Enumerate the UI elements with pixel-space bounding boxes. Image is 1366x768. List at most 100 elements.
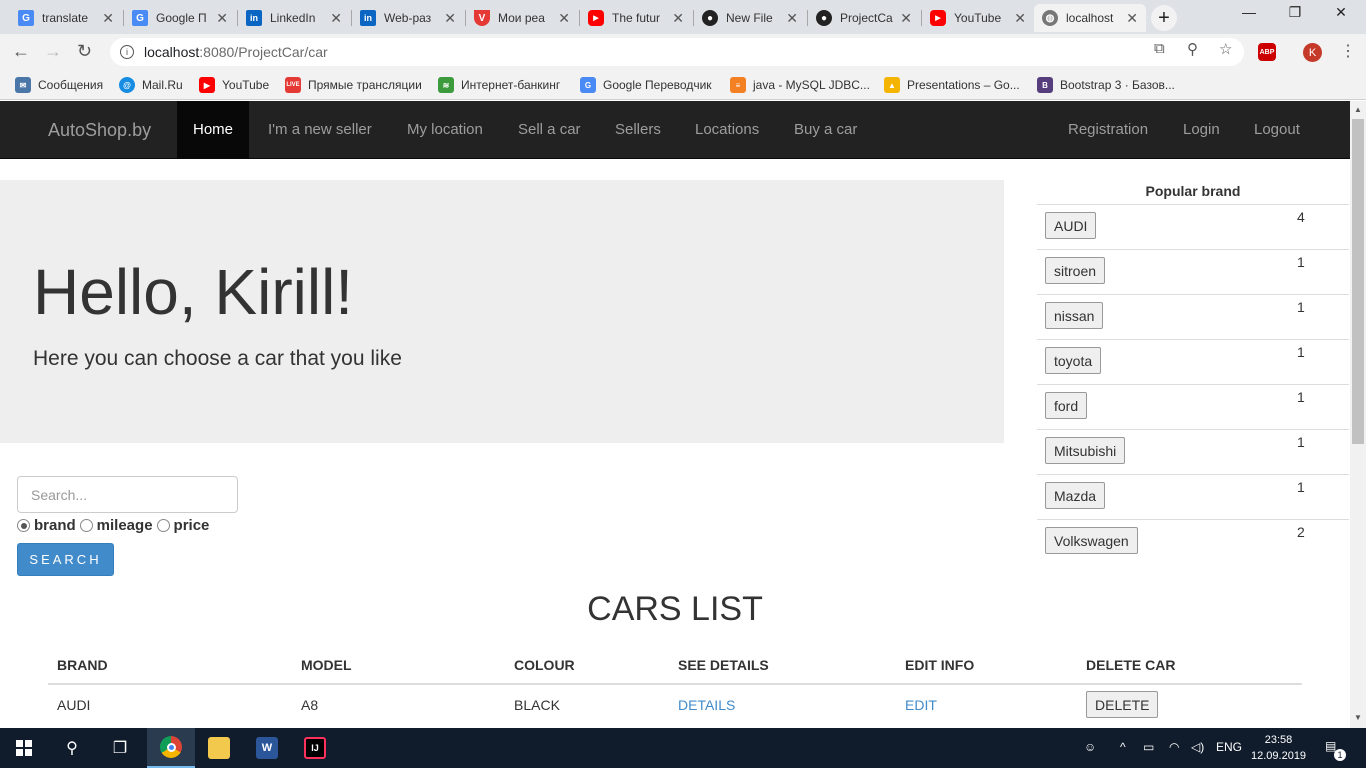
battery-icon[interactable]: ▭ xyxy=(1143,740,1154,754)
close-icon[interactable]: ✕ xyxy=(900,10,912,27)
close-icon[interactable]: ✕ xyxy=(330,10,342,27)
clock[interactable]: 23:58 12.09.2019 xyxy=(1251,732,1306,764)
nav-sellers[interactable]: Sellers xyxy=(599,101,677,158)
close-icon[interactable]: ✕ xyxy=(672,10,684,27)
close-icon[interactable]: ✕ xyxy=(444,10,456,27)
zoom-icon[interactable]: ⚲ xyxy=(1187,40,1198,58)
brand-button[interactable]: ford xyxy=(1045,392,1088,419)
bookmark-item[interactable]: LIVE Прямые трансляции xyxy=(285,77,422,93)
browser-tab[interactable]: G translate ✕ xyxy=(10,4,122,32)
address-bar[interactable]: i localhost:8080/ProjectCar/car xyxy=(110,38,1244,66)
people-icon[interactable]: ☺ xyxy=(1084,740,1096,754)
brand-button[interactable]: sitroen xyxy=(1045,257,1106,284)
close-icon[interactable]: ✕ xyxy=(1126,10,1138,27)
wifi-icon[interactable]: ◠ xyxy=(1169,740,1179,754)
browser-tab[interactable]: ● New File ✕ xyxy=(694,4,806,32)
radio-brand[interactable] xyxy=(17,519,30,532)
brand-button[interactable]: AUDI xyxy=(1045,212,1097,239)
search-button[interactable]: SEARCH xyxy=(17,543,114,576)
intellij-icon[interactable]: IJ xyxy=(291,728,339,768)
adblock-icon[interactable]: ABP xyxy=(1258,43,1276,61)
radio-mileage[interactable] xyxy=(79,519,93,532)
radio-price[interactable] xyxy=(156,519,170,532)
reload-icon[interactable]: ↻ xyxy=(77,41,92,62)
bookmark-item[interactable]: ▶ YouTube xyxy=(199,77,269,93)
brand-count: 1 xyxy=(1297,434,1305,450)
forward-icon[interactable]: → xyxy=(44,41,62,62)
close-icon[interactable]: ✕ xyxy=(1014,10,1026,27)
nav-sell-a-car[interactable]: Sell a car xyxy=(502,101,597,158)
brand-button[interactable]: toyota xyxy=(1045,347,1102,374)
profile-avatar[interactable]: K xyxy=(1303,43,1322,62)
chrome-icon[interactable] xyxy=(147,728,195,768)
restore-icon[interactable]: ❐ xyxy=(1272,4,1318,21)
close-icon[interactable]: ✕ xyxy=(102,10,114,27)
cell-delete: DELETE xyxy=(1077,684,1302,724)
nav-new-seller[interactable]: I'm a new seller xyxy=(252,101,388,158)
close-icon[interactable]: ✕ xyxy=(216,10,228,27)
nav-login[interactable]: Login xyxy=(1167,101,1236,158)
youtube-icon: ▶ xyxy=(588,10,604,26)
brand-button[interactable]: Volkswagen xyxy=(1045,527,1138,554)
site-brand[interactable]: AutoShop.by xyxy=(48,120,151,141)
task-view-icon[interactable]: ❐ xyxy=(96,728,144,768)
edit-link[interactable]: EDIT xyxy=(905,697,937,713)
delete-button[interactable]: DELETE xyxy=(1086,691,1159,718)
nav-my-location[interactable]: My location xyxy=(391,101,499,158)
close-icon[interactable]: ✕ xyxy=(786,10,798,27)
scroll-up-icon[interactable]: ▲ xyxy=(1354,105,1362,114)
column-header: EDIT INFO xyxy=(896,646,1077,685)
nav-locations[interactable]: Locations xyxy=(679,101,775,158)
close-icon[interactable]: ✕ xyxy=(558,10,570,27)
window-close-icon[interactable]: ✕ xyxy=(1318,4,1364,21)
browser-tab[interactable]: in Web-раз ✕ xyxy=(352,4,464,32)
word-icon[interactable]: W xyxy=(243,728,291,768)
new-tab-button[interactable]: + xyxy=(1151,5,1177,31)
chevron-up-icon[interactable]: ^ xyxy=(1120,740,1126,754)
folder-icon[interactable] xyxy=(195,728,243,768)
browser-tab[interactable]: ● ProjectCa ✕ xyxy=(808,4,920,32)
chat-icon: ✉ xyxy=(15,77,31,93)
bookmark-item[interactable]: ✉ Сообщения xyxy=(15,77,103,93)
list-item: sitroen 1 xyxy=(1037,249,1349,294)
google-translate-icon: G xyxy=(18,10,34,26)
brand-button[interactable]: Mazda xyxy=(1045,482,1106,509)
browser-tab-active[interactable]: ◍ localhost ✕ xyxy=(1034,4,1146,32)
nav-home[interactable]: Home xyxy=(177,101,250,158)
search-icon[interactable]: ⚲ xyxy=(48,728,96,768)
browser-tab[interactable]: G Google П ✕ xyxy=(124,4,236,32)
language-indicator[interactable]: ENG xyxy=(1216,740,1242,754)
page-scrollbar[interactable]: ▲ ▼ xyxy=(1350,101,1366,728)
bookmark-item[interactable]: ▲ Presentations – Go... xyxy=(884,77,1020,93)
minimize-icon[interactable]: — xyxy=(1226,4,1272,20)
brand-button[interactable]: nissan xyxy=(1045,302,1104,329)
star-icon[interactable]: ☆ xyxy=(1219,40,1232,58)
browser-tab[interactable]: in LinkedIn ✕ xyxy=(238,4,350,32)
nav-registration[interactable]: Registration xyxy=(1052,101,1164,158)
translate-icon[interactable]: ⧉ xyxy=(1154,40,1165,57)
bookmark-item[interactable]: B Bootstrap 3 · Базов... xyxy=(1037,77,1175,93)
windows-start-icon[interactable] xyxy=(0,728,48,768)
bookmark-item[interactable]: ≡ java - MySQL JDBC... xyxy=(730,77,870,93)
volume-icon[interactable]: ◁) xyxy=(1191,740,1204,754)
bookmark-item[interactable]: @ Mail.Ru xyxy=(119,77,183,93)
back-icon[interactable]: ← xyxy=(12,41,30,62)
nav-logout[interactable]: Logout xyxy=(1238,101,1316,158)
info-icon[interactable]: i xyxy=(120,45,134,59)
browser-tab[interactable]: ▶ The futur ✕ xyxy=(580,4,692,32)
column-header: DELETE CAR xyxy=(1077,646,1302,685)
brand-button[interactable]: Mitsubishi xyxy=(1045,437,1126,464)
bookmark-item[interactable]: ≋ Интернет-банкинг xyxy=(438,77,560,93)
bookmarks-bar: ✉ Сообщения @ Mail.Ru ▶ YouTube LIVE Прямые … xyxy=(0,70,1366,100)
scrollbar-thumb[interactable] xyxy=(1352,119,1364,444)
cars-list-title: CARS LIST xyxy=(587,590,763,628)
browser-tab[interactable]: V Мои реа ✕ xyxy=(466,4,578,32)
details-link[interactable]: DETAILS xyxy=(678,697,735,713)
scroll-down-icon[interactable]: ▼ xyxy=(1354,713,1362,722)
nav-buy-a-car[interactable]: Buy a car xyxy=(778,101,873,158)
brand-count: 1 xyxy=(1297,254,1305,270)
bookmark-item[interactable]: G Google Переводчик xyxy=(580,77,712,93)
search-input[interactable]: Search... xyxy=(17,476,238,513)
menu-icon[interactable]: ⋮ xyxy=(1340,41,1356,61)
browser-tab[interactable]: ▶ YouTube ✕ xyxy=(922,4,1034,32)
